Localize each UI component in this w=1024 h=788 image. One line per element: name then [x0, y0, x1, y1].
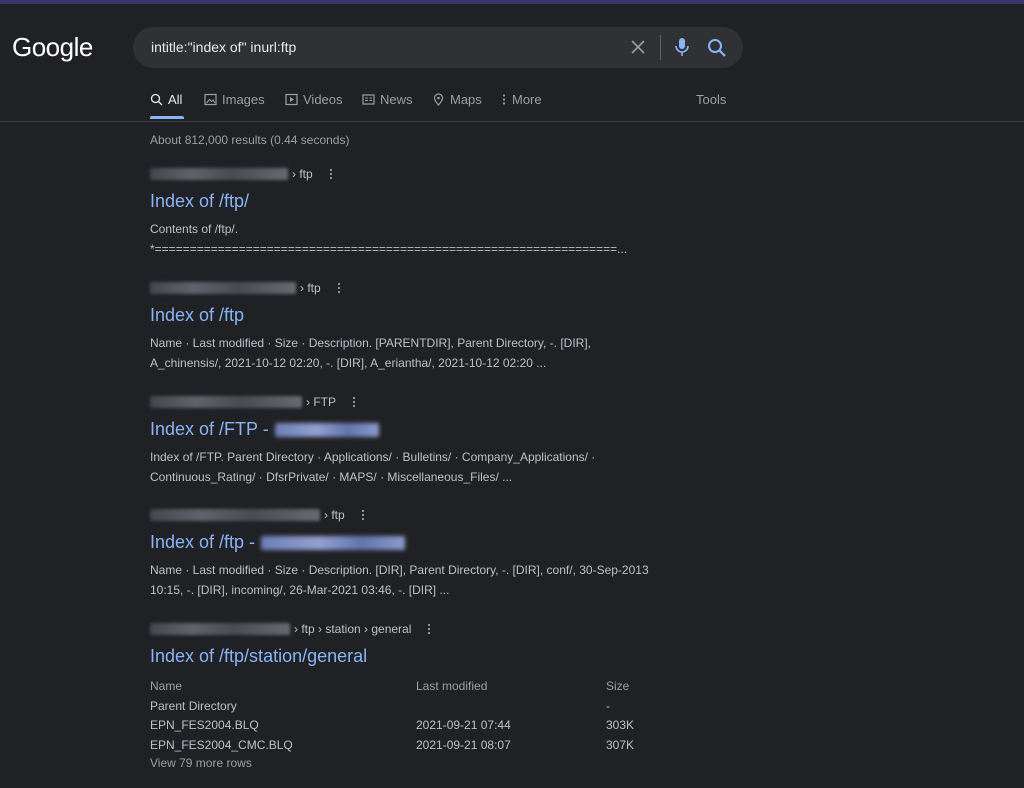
table-row: EPN_FES2004_CMC.BLQ 2021-09-21 08:07 307…	[150, 736, 690, 756]
more-options-icon[interactable]	[329, 167, 339, 181]
result-title: Index of /ftp/station/general	[150, 646, 368, 666]
clear-icon[interactable]	[628, 37, 648, 57]
redacted-title	[261, 535, 406, 550]
table-header-row: Name Last modified Size	[150, 677, 690, 697]
column-header: Name	[150, 679, 183, 693]
table-cell: Parent Directory	[150, 698, 237, 713]
tab-images-label: Images	[222, 92, 265, 107]
header-divider	[0, 121, 1024, 122]
directory-table: Name Last modified Size Parent Directory…	[150, 677, 690, 770]
more-options-icon[interactable]	[361, 508, 371, 522]
table-row: EPN_FES2004.BLQ 2021-09-21 07:44 303K	[150, 716, 690, 736]
more-options-icon[interactable]	[352, 395, 362, 409]
view-more-rows-link[interactable]: View 79 more rows	[150, 756, 690, 770]
search-box[interactable]	[133, 27, 743, 68]
search-result: › ftp Index of /ftp/ Contents of /ftp/. …	[150, 165, 690, 259]
more-options-icon[interactable]	[337, 281, 347, 295]
search-result: › ftp Index of /ftp - Name · Last modifi…	[150, 506, 690, 600]
tab-videos[interactable]: Videos	[285, 92, 343, 107]
result-title-link[interactable]: Index of /FTP -	[150, 419, 690, 440]
result-snippet: Index of /FTP. Parent Directory · Applic…	[150, 448, 690, 487]
snippet-line: *=======================================…	[150, 241, 628, 256]
tab-all-label: All	[168, 92, 183, 107]
table-cell: -	[606, 698, 610, 713]
table-cell: 303K	[606, 718, 635, 732]
result-breadcrumb: › ftp	[324, 508, 345, 522]
result-title-link[interactable]: Index of /ftp	[150, 305, 690, 326]
snippet-line: 10:15, -. [DIR], incoming/, 26-Mar-2021 …	[150, 582, 450, 597]
snippet-line: Continuous_Rating/ · DfsrPrivate/ · MAPS…	[150, 469, 513, 484]
result-breadcrumb: › ftp	[300, 281, 321, 295]
result-title: Index of /ftp	[150, 305, 245, 325]
column-header: Size	[606, 679, 630, 693]
search-divider	[660, 35, 661, 60]
redacted-url	[150, 168, 288, 180]
result-snippet: Name · Last modified · Size · Descriptio…	[150, 561, 690, 600]
result-title: Index of /FTP -	[150, 419, 269, 439]
tab-all[interactable]: All	[150, 92, 182, 107]
table-cell: EPN_FES2004.BLQ	[150, 718, 259, 732]
table-cell: 2021-09-21 08:07	[416, 737, 511, 752]
news-icon	[362, 94, 375, 105]
search-icon	[150, 93, 163, 106]
result-title-link[interactable]: Index of /ftp/	[150, 191, 690, 212]
redacted-url	[150, 396, 302, 408]
redacted-url	[150, 623, 290, 635]
top-accent-bar	[0, 0, 1024, 4]
search-result: › ftp › station › general Index of /ftp/…	[150, 620, 690, 770]
snippet-line: Name · Last modified · Size · Descriptio…	[150, 336, 591, 350]
tab-maps-label: Maps	[450, 92, 482, 107]
result-breadcrumb: › FTP	[306, 395, 336, 409]
table-row: Parent Directory -	[150, 697, 690, 717]
result-title: Index of /ftp -	[150, 532, 256, 552]
result-snippet: Name · Last modified · Size · Descriptio…	[150, 334, 690, 373]
tab-more[interactable]: More	[501, 92, 542, 107]
redacted-url	[150, 282, 296, 294]
result-snippet: Contents of /ftp/. *====================…	[150, 220, 690, 259]
result-breadcrumb: › ftp	[292, 167, 313, 181]
more-vertical-icon	[502, 94, 506, 105]
table-cell: 2021-09-21 07:44	[416, 718, 511, 732]
search-icon[interactable]	[706, 37, 728, 59]
snippet-line: Name · Last modified · Size · Descriptio…	[150, 563, 649, 577]
result-url[interactable]: › ftp	[150, 279, 690, 297]
microphone-icon[interactable]	[673, 36, 691, 58]
result-stats: About 812,000 results (0.44 seconds)	[150, 133, 350, 147]
snippet-line: Contents of /ftp/.	[150, 222, 239, 236]
google-logo[interactable]: Google	[12, 32, 93, 63]
search-result: › FTP Index of /FTP - Index of /FTP. Par…	[150, 393, 690, 487]
column-header: Last modified	[416, 679, 488, 693]
redacted-title	[274, 422, 379, 437]
result-url[interactable]: › ftp	[150, 506, 690, 524]
video-icon	[285, 93, 298, 106]
table-cell: EPN_FES2004_CMC.BLQ	[150, 737, 293, 752]
result-url[interactable]: › FTP	[150, 393, 690, 411]
tab-videos-label: Videos	[303, 92, 343, 107]
tab-more-label: More	[512, 92, 542, 107]
snippet-line: A_chinensis/, 2021-10-12 02:20, -. [DIR]…	[150, 355, 547, 370]
result-title: Index of /ftp/	[150, 191, 250, 211]
redacted-url	[150, 509, 320, 521]
result-url[interactable]: › ftp › station › general	[150, 620, 690, 638]
result-title-link[interactable]: Index of /ftp/station/general	[150, 646, 690, 667]
result-url[interactable]: › ftp	[150, 165, 690, 183]
tab-images[interactable]: Images	[204, 92, 265, 107]
more-options-icon[interactable]	[427, 622, 437, 636]
search-input[interactable]	[151, 37, 621, 57]
image-icon	[204, 93, 217, 106]
table-cell: 307K	[606, 737, 635, 752]
tab-news-label: News	[380, 92, 413, 107]
snippet-line: Index of /FTP. Parent Directory · Applic…	[150, 450, 596, 464]
tools-button[interactable]: Tools	[696, 92, 726, 107]
result-title-link[interactable]: Index of /ftp -	[150, 532, 690, 553]
result-breadcrumb: › ftp › station › general	[294, 622, 412, 636]
search-result: › ftp Index of /ftp Name · Last modified…	[150, 279, 690, 373]
tab-maps[interactable]: Maps	[432, 92, 482, 107]
tab-news[interactable]: News	[362, 92, 413, 107]
active-tab-indicator	[150, 116, 184, 119]
map-pin-icon	[433, 93, 444, 106]
